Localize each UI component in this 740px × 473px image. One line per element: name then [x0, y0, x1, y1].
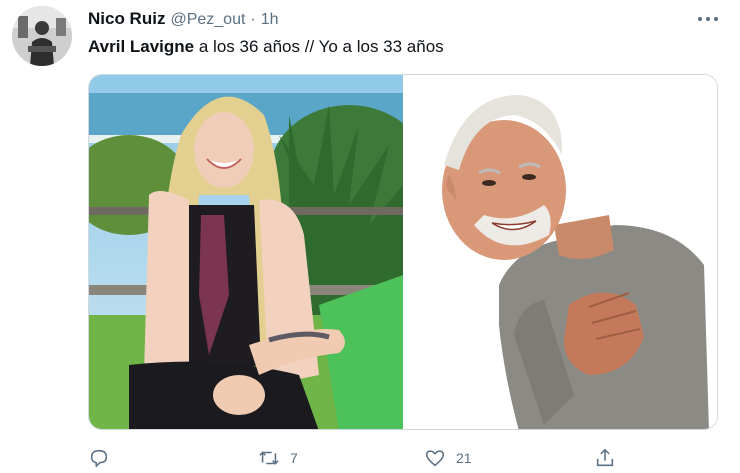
avatar[interactable]	[12, 6, 72, 66]
user-handle[interactable]: @Pez_out	[170, 11, 245, 29]
tweet-actions: 7 21	[88, 446, 628, 470]
share-icon	[596, 448, 614, 467]
tweet-text: Avril Lavigne a los 36 años // Yo a los …	[88, 37, 444, 57]
timestamp[interactable]: 1h	[261, 11, 279, 29]
separator-dot: ·	[250, 11, 256, 28]
like-count: 21	[456, 450, 472, 466]
display-name[interactable]: Nico Ruiz	[88, 9, 165, 29]
tweet-text-rest: a los 36 años // Yo a los 33 años	[194, 37, 444, 56]
retweet-button[interactable]: 7	[258, 446, 298, 470]
reply-icon	[90, 449, 108, 468]
tweet[interactable]: Nico Ruiz @Pez_out · 1h Avril Lavigne a …	[0, 0, 740, 473]
media-photo-right[interactable]	[404, 75, 717, 429]
media-grid	[88, 74, 718, 430]
retweet-count: 7	[290, 450, 298, 466]
media-photo-left[interactable]	[89, 75, 403, 429]
heart-icon	[425, 450, 445, 467]
reply-button[interactable]	[88, 446, 120, 470]
more-options-button[interactable]	[694, 8, 722, 30]
share-button[interactable]	[594, 446, 626, 470]
more-horizontal-icon	[698, 17, 718, 21]
like-button[interactable]: 21	[424, 446, 472, 470]
tweet-text-bold: Avril Lavigne	[88, 37, 195, 56]
retweet-icon	[259, 451, 279, 465]
tweet-header: Nico Ruiz @Pez_out · 1h	[88, 9, 279, 31]
